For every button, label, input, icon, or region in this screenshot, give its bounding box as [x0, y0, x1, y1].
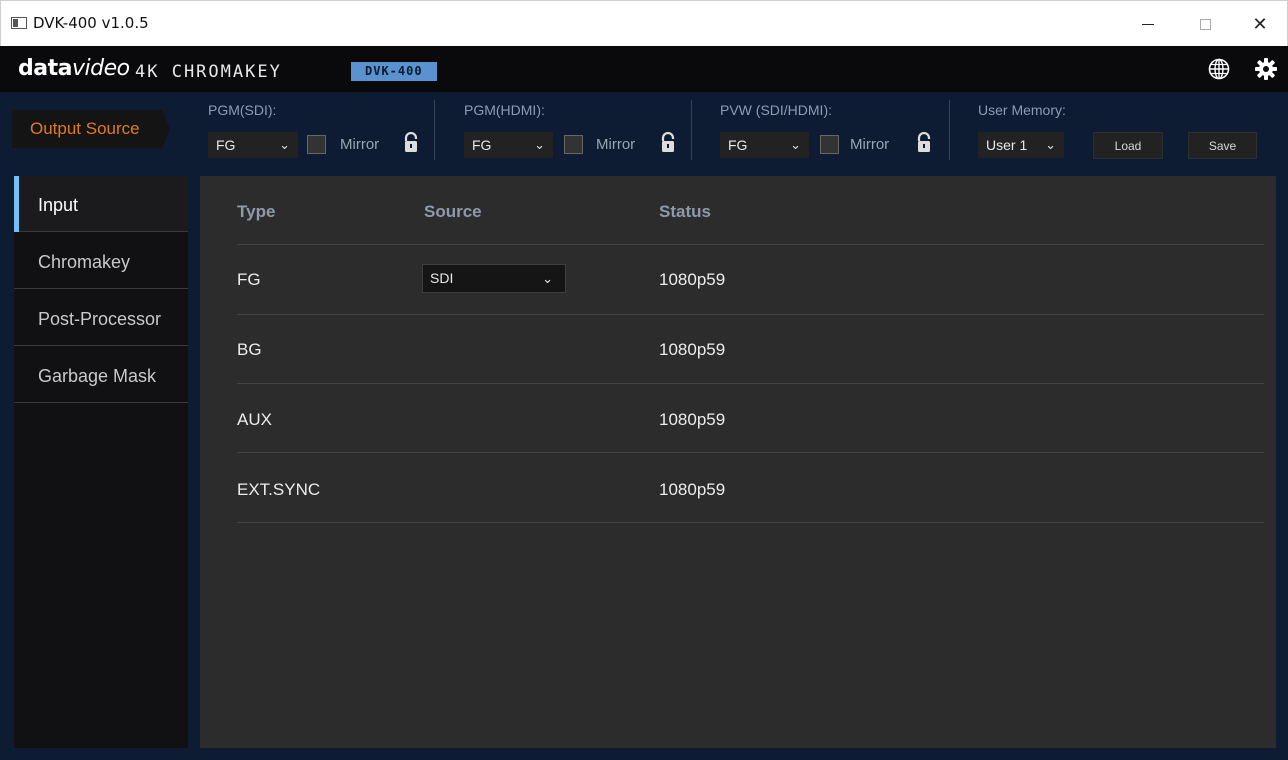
- sidebar-item-garbage-mask[interactable]: Garbage Mask: [14, 347, 188, 403]
- model-badge: DVK-400: [351, 62, 437, 81]
- pvw-select[interactable]: FG ⌄: [720, 132, 809, 158]
- row-divider: [237, 314, 1264, 315]
- product-name: 4K CHROMAKEY: [135, 62, 282, 82]
- globe-icon[interactable]: [1208, 58, 1230, 80]
- row-fg-status: 1080p59: [659, 270, 726, 289]
- save-button[interactable]: Save: [1188, 132, 1257, 159]
- minimize-icon: [1142, 23, 1154, 25]
- user-memory-label: User Memory:: [978, 102, 1066, 118]
- maximize-button[interactable]: [1182, 9, 1228, 39]
- gear-icon[interactable]: [1254, 57, 1278, 81]
- row-divider: [237, 452, 1264, 453]
- brand-bar: datavideo 4K CHROMAKEY DVK-400: [0, 46, 1288, 92]
- logo-bold-text: data: [18, 56, 72, 81]
- pgm-hdmi-label: PGM(HDMI):: [464, 102, 545, 118]
- output-source-label: Output Source: [12, 110, 170, 148]
- divider: [434, 100, 435, 160]
- minimize-button[interactable]: [1125, 9, 1171, 39]
- chevron-down-icon: ⌄: [790, 137, 801, 152]
- pvw-mirror-checkbox[interactable]: [820, 135, 839, 154]
- datavideo-logo: datavideo: [18, 56, 130, 81]
- row-divider: [237, 522, 1264, 523]
- column-header-status: Status: [659, 202, 711, 221]
- column-header-type: Type: [237, 202, 276, 221]
- row-aux-status: 1080p59: [659, 410, 726, 429]
- sidebar-item-post-processor[interactable]: Post-Processor: [14, 290, 188, 346]
- sidebar-item-chromakey[interactable]: Chromakey: [14, 233, 188, 289]
- sidebar-item-input[interactable]: Input: [14, 176, 188, 232]
- chevron-down-icon: ⌄: [542, 271, 553, 286]
- row-fg-type: FG: [237, 270, 261, 289]
- fg-source-select[interactable]: SDI ⌄: [422, 264, 566, 293]
- pgm-sdi-label: PGM(SDI):: [208, 102, 277, 118]
- chevron-down-icon: ⌄: [1045, 137, 1056, 152]
- load-button[interactable]: Load: [1093, 132, 1163, 159]
- column-header-source: Source: [424, 202, 482, 221]
- input-panel: Type Source Status FG SDI ⌄ 1080p59 BG 1…: [200, 176, 1276, 748]
- chevron-down-icon: ⌄: [279, 137, 290, 152]
- pvw-value: FG: [728, 137, 748, 153]
- app-icon: [11, 17, 27, 29]
- pgm-sdi-value: FG: [216, 137, 236, 153]
- logo-thin-text: video: [71, 56, 130, 81]
- row-aux-type: AUX: [237, 410, 272, 429]
- pgm-sdi-mirror-checkbox[interactable]: [307, 135, 326, 154]
- lock-icon[interactable]: [660, 132, 676, 154]
- lock-icon[interactable]: [403, 132, 419, 154]
- row-bg-status: 1080p59: [659, 340, 726, 359]
- close-button[interactable]: ✕: [1237, 9, 1283, 39]
- divider: [949, 100, 950, 160]
- window-title: DVK-400 v1.0.5: [33, 14, 149, 32]
- pgm-hdmi-select[interactable]: FG ⌄: [464, 132, 553, 158]
- pgm-hdmi-mirror-label: Mirror: [596, 136, 636, 153]
- row-bg-type: BG: [237, 340, 262, 359]
- sidebar: Input Chromakey Post-Processor Garbage M…: [14, 176, 188, 748]
- close-icon: ✕: [1252, 13, 1268, 35]
- lock-icon[interactable]: [916, 132, 932, 154]
- output-source-bar: Output Source PGM(SDI): FG ⌄ Mirror PGM(…: [0, 92, 1288, 172]
- pgm-sdi-mirror-label: Mirror: [340, 136, 380, 153]
- pvw-label: PVW (SDI/HDMI):: [720, 102, 832, 118]
- pgm-hdmi-value: FG: [472, 137, 492, 153]
- maximize-icon: [1199, 18, 1211, 30]
- row-ext-sync-status: 1080p59: [659, 480, 726, 499]
- pgm-hdmi-mirror-checkbox[interactable]: [564, 135, 583, 154]
- divider: [691, 100, 692, 160]
- main-area: Input Chromakey Post-Processor Garbage M…: [0, 172, 1288, 760]
- window-titlebar: DVK-400 v1.0.5 ✕: [0, 0, 1288, 46]
- pvw-mirror-label: Mirror: [850, 136, 890, 153]
- row-divider: [237, 383, 1264, 384]
- row-divider: [237, 244, 1264, 245]
- chevron-down-icon: ⌄: [534, 137, 545, 152]
- row-ext-sync-type: EXT.SYNC: [237, 480, 321, 499]
- user-memory-select[interactable]: User 1 ⌄: [978, 132, 1064, 158]
- fg-source-value: SDI: [430, 270, 454, 286]
- pgm-sdi-select[interactable]: FG ⌄: [208, 132, 298, 158]
- user-memory-value: User 1: [986, 137, 1028, 153]
